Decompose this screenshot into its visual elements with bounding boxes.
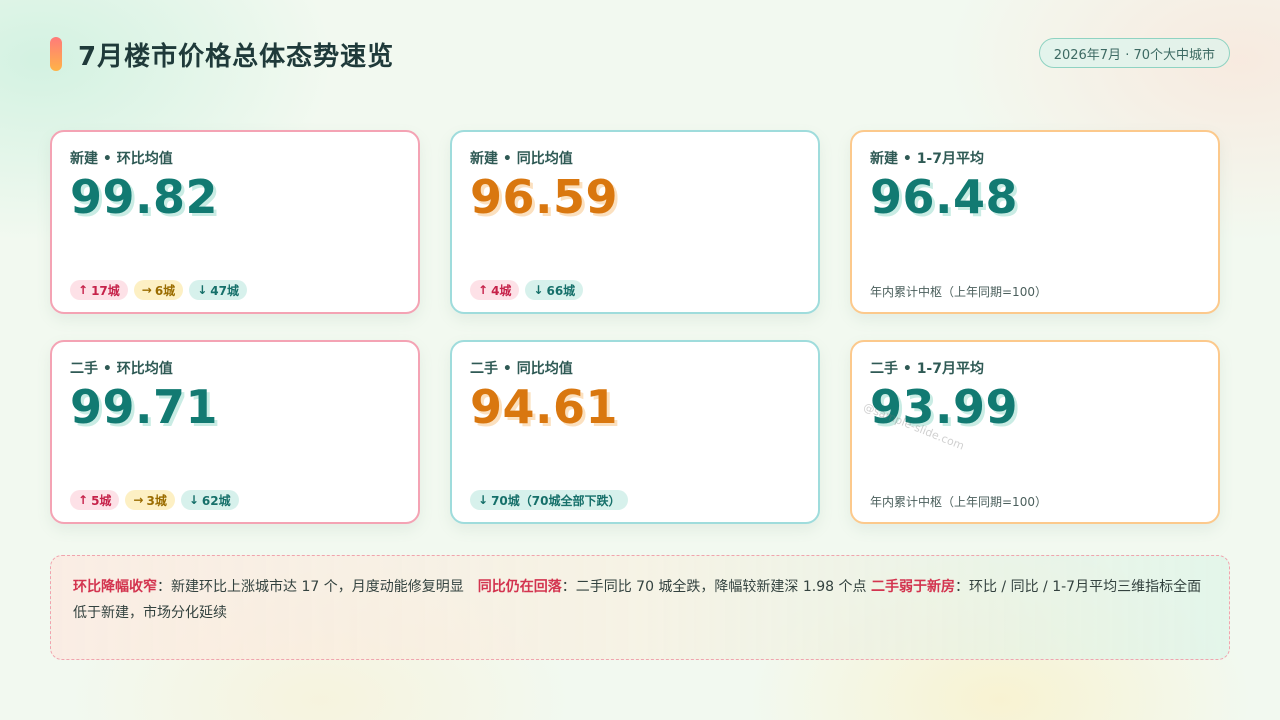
card-label: 新建 • 1-7月平均 [870,151,984,167]
tag-text: 3城 [146,493,167,508]
card-label: 二手 • 1-7月平均 [870,361,984,377]
date-badge: 2026年7月 · 70个大中城市 [1038,38,1230,68]
page-header: 7月楼市价格总体态势速览 [50,36,394,72]
card-new-yoy: 新建 • 同比均值 96.59 ↑ 4城 ↓ 66城 [450,130,820,314]
arrow-down-icon: ↓ [188,493,199,507]
arrow-up-icon: ↑ [478,283,489,297]
summary-text: ：二手同比 70 城全跌，降幅较新建深 1.98 个点 [561,579,871,595]
arrow-down-icon: ↓ [533,283,544,297]
tag-down: ↓ 70城（70城全部下跌） [470,490,629,510]
card-resale-ytd: 二手 • 1-7月平均 93.99 年内累计中枢（上年同期=100） [850,340,1220,524]
card-value: 99.82 [70,170,219,224]
card-label: 新建 • 同比均值 [470,151,573,167]
card-label: 二手 • 环比均值 [70,361,173,377]
tag-text: 17城 [91,283,120,298]
card-value: 94.61 [470,380,619,434]
card-note: 年内累计中枢（上年同期=100） [870,285,1047,299]
tag-down: ↓ 47城 [189,280,247,300]
tag-down: ↓ 62城 [180,490,239,510]
tag-text: 5城 [91,493,112,508]
arrow-up-icon: ↑ [78,493,89,507]
tag-text: 70城（70城全部下跌） [491,493,621,508]
arrow-right-icon: → [141,283,152,297]
tag-up: ↑ 17城 [70,280,128,300]
card-label: 新建 • 环比均值 [70,151,173,167]
tag-flat: → 6城 [133,280,184,300]
card-resale-yoy: 二手 • 同比均值 94.61 ↓ 70城（70城全部下跌） [450,340,820,524]
tag-row: ↓ 70城（70城全部下跌） [470,490,629,510]
card-new-mom: 新建 • 环比均值 99.82 ↑ 17城 → 6城 ↓ 47城 [50,130,420,314]
card-new-ytd: 新建 • 1-7月平均 96.48 年内累计中枢（上年同期=100） [850,130,1220,314]
card-value: 93.99 [870,380,1019,434]
summary-highlight: 环比降幅收窄 [73,579,157,595]
tag-row: ↑ 17城 → 6城 ↓ 47城 [70,280,247,300]
tag-flat: → 3城 [125,490,175,510]
tag-text: 62城 [201,493,231,508]
summary-text: ：新建环比上涨城市达 17 个，月度动能修复明显 [157,579,478,595]
arrow-down-icon: ↓ [197,283,208,297]
card-resale-mom: 二手 • 环比均值 99.71 ↑ 5城 → 3城 ↓ 62城 [50,340,420,524]
tag-text: 4城 [491,283,512,298]
arrow-down-icon: ↓ [478,493,489,507]
card-note: 年内累计中枢（上年同期=100） [870,495,1047,509]
tag-up: ↑ 4城 [470,280,520,300]
arrow-up-icon: ↑ [78,283,89,297]
tag-row: ↑ 5城 → 3城 ↓ 62城 [70,490,239,510]
tag-text: 66城 [546,283,576,298]
title-accent-bar [50,37,62,71]
tag-up: ↑ 5城 [70,490,120,510]
summary-highlight: 同比仍在回落 [477,579,562,595]
summary-highlight: 二手弱于新房 [870,579,955,595]
tag-down: ↓ 66城 [525,280,584,300]
tag-text: 47城 [210,283,239,298]
card-value: 99.71 [70,380,219,434]
card-value: 96.48 [870,170,1019,224]
page-title: 7月楼市价格总体态势速览 [78,41,395,72]
tag-row: ↑ 4城 ↓ 66城 [470,280,584,300]
card-value: 96.59 [470,170,619,224]
arrow-right-icon: → [133,493,144,507]
tag-text: 6城 [154,283,176,298]
summary-box: 环比降幅收窄：新建环比上涨城市达 17 个，月度动能修复明显 同比仍在回落：二手… [50,555,1230,660]
card-label: 二手 • 同比均值 [470,361,573,377]
